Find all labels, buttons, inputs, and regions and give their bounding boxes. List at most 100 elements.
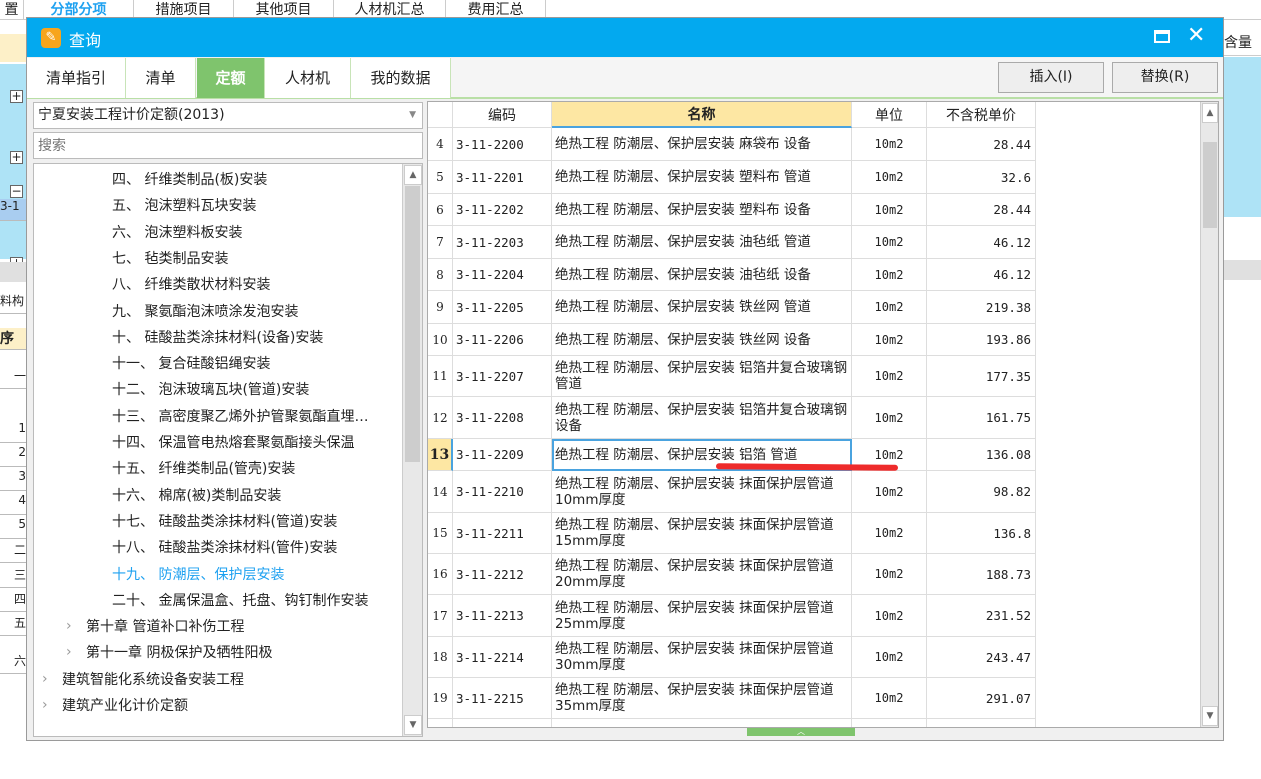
grid-cell-code[interactable]: 3-11-2200 <box>453 128 552 161</box>
grid-cell-name[interactable]: 绝热工程 防潮层、保护层安装 油毡纸 设备 <box>552 259 852 291</box>
grid-cell-name[interactable]: 绝热工程 防潮层、保护层安装 塑料布 设备 <box>552 194 852 226</box>
grid-cell-unit[interactable]: 10m2 <box>852 356 927 397</box>
tree-item[interactable]: 建筑智能化系统设备安装工程 <box>62 668 244 692</box>
grid-cell-n[interactable]: 15 <box>428 513 453 554</box>
quota-select[interactable]: 宁夏安装工程计价定额(2013) ▼ <box>33 102 423 129</box>
grid-cell-code[interactable]: 3-11-2202 <box>453 194 552 226</box>
tab-1[interactable]: 清单 <box>126 58 196 98</box>
grid-cell-unit[interactable]: 10m2 <box>852 291 927 324</box>
grid-cell-n[interactable]: 13 <box>428 439 453 471</box>
grid-cell-name[interactable]: 绝热工程 防潮层、保护层安装 抹面保护层管道 20mm厚度 <box>552 554 852 595</box>
chevron-right-icon[interactable]: › <box>42 671 48 687</box>
grid-cell-n[interactable]: 8 <box>428 259 453 291</box>
grid-cell-code[interactable]: 3-11-2213 <box>453 595 552 637</box>
grid-cell-price[interactable]: 243.47 <box>927 637 1036 678</box>
grid-cell-code[interactable]: 3-11-2207 <box>453 356 552 397</box>
tree-item[interactable]: 四、 纤维类制品(板)安装 <box>112 168 267 192</box>
grid-cell-code[interactable]: 3-11-2201 <box>453 161 552 194</box>
chevron-right-icon[interactable]: › <box>66 644 72 660</box>
replace-button[interactable]: 替换(R) <box>1112 62 1218 93</box>
tab-4[interactable]: 我的数据 <box>351 58 451 98</box>
tab-2[interactable]: 定额 <box>197 58 265 98</box>
grid-cell-n[interactable]: 11 <box>428 356 453 397</box>
grid-cell-n[interactable]: 17 <box>428 595 453 637</box>
tree-item[interactable]: 十三、 高密度聚乙烯外护管聚氨酯直埋… <box>112 405 368 429</box>
scroll-down-icon[interactable]: ▼ <box>404 715 422 735</box>
grid-cell-price[interactable]: 28.44 <box>927 128 1036 161</box>
grid-cell-unit[interactable]: 10m2 <box>852 554 927 595</box>
tree-item[interactable]: 十五、 纤维类制品(管壳)安装 <box>112 457 295 481</box>
grid-cell-code[interactable]: 3-11-2210 <box>453 471 552 513</box>
grid-cell-price[interactable]: 46.12 <box>927 259 1036 291</box>
scroll-up-icon[interactable]: ▲ <box>404 165 422 185</box>
column-header[interactable]: 名称 <box>552 102 852 128</box>
grid-cell-price[interactable]: 98.82 <box>927 471 1036 513</box>
tree-item[interactable]: 十七、 硅酸盐类涂抹材料(管道)安装 <box>112 510 337 534</box>
grid-cell-price[interactable]: 46.12 <box>927 226 1036 259</box>
grid-cell-code[interactable]: 3-11-2203 <box>453 226 552 259</box>
grid-cell-n[interactable]: 16 <box>428 554 453 595</box>
grid-cell-code[interactable]: 3-11-2206 <box>453 324 552 356</box>
grid-cell-unit[interactable]: 10m2 <box>852 471 927 513</box>
grid-cell-unit[interactable]: 10m2 <box>852 226 927 259</box>
grid-cell-price[interactable]: 188.73 <box>927 554 1036 595</box>
grid-cell-price[interactable]: 28.44 <box>927 194 1036 226</box>
close-icon[interactable]: ✕ <box>1187 23 1205 48</box>
grid-cell-price[interactable]: 136.08 <box>927 439 1036 471</box>
tree-item[interactable]: 六、 泡沫塑料板安装 <box>112 221 242 245</box>
column-header[interactable] <box>428 102 453 128</box>
grid-cell-unit[interactable]: 10m2 <box>852 194 927 226</box>
expand-toggle[interactable]: + <box>10 90 23 103</box>
scroll-up-icon[interactable]: ▲ <box>1202 103 1218 123</box>
chevron-right-icon[interactable]: › <box>66 618 72 634</box>
grid-cell-n[interactable]: 12 <box>428 397 453 439</box>
grid-cell-n[interactable]: 6 <box>428 194 453 226</box>
tree-item[interactable]: 建筑产业化计价定额 <box>62 694 188 718</box>
tree-item[interactable]: 二十、 金属保温盒、托盘、钩钉制作安装 <box>112 589 368 613</box>
tree-item[interactable]: 十一、 复合硅酸铝绳安装 <box>112 352 270 376</box>
tree-item[interactable]: 七、 毡类制品安装 <box>112 247 228 271</box>
search-input[interactable] <box>33 132 423 159</box>
grid-cell-name[interactable]: 绝热工程 防潮层、保护层安装 铁丝网 设备 <box>552 324 852 356</box>
grid-scrollbar[interactable]: ▲ ▼ <box>1200 102 1218 727</box>
grid-cell-unit[interactable]: 10m2 <box>852 513 927 554</box>
tree-item[interactable]: 十二、 泡沫玻璃瓦块(管道)安装 <box>112 378 309 402</box>
insert-button[interactable]: 插入(I) <box>998 62 1104 93</box>
grid-cell-price[interactable]: 32.6 <box>927 161 1036 194</box>
grid-cell-unit[interactable]: 10m2 <box>852 128 927 161</box>
bg-tab[interactable]: 置 <box>0 0 24 20</box>
tree-scrollbar[interactable]: ▲ ▼ <box>402 164 422 736</box>
grid-cell-name[interactable]: 绝热工程 防潮层、保护层安装 抹面保护层管道 35mm厚度 <box>552 678 852 719</box>
grid-cell-unit[interactable]: 10m2 <box>852 161 927 194</box>
tree-item[interactable]: 十九、 防潮层、保护层安装 <box>112 563 284 587</box>
grid-cell-unit[interactable]: 10m2 <box>852 678 927 719</box>
grid-cell-n[interactable]: 5 <box>428 161 453 194</box>
tree-item[interactable]: 十、 硅酸盐类涂抹材料(设备)安装 <box>112 326 323 350</box>
grid-cell-n[interactable]: 4 <box>428 128 453 161</box>
grid-cell-n[interactable]: 19 <box>428 678 453 719</box>
tab-3[interactable]: 人材机 <box>265 58 351 98</box>
grid-cell-name[interactable]: 绝热工程 防潮层、保护层安装 抹面保护层管道 15mm厚度 <box>552 513 852 554</box>
grid-cell-name[interactable]: 绝热工程 防潮层、保护层安装 抹面保护层管道 30mm厚度 <box>552 637 852 678</box>
grid-cell-code[interactable]: 3-11-2204 <box>453 259 552 291</box>
maximize-icon[interactable] <box>1154 30 1170 43</box>
grid-cell-name[interactable]: 绝热工程 防潮层、保护层安装 抹面保护层管道 25mm厚度 <box>552 595 852 637</box>
scroll-thumb[interactable] <box>405 186 420 462</box>
scroll-thumb[interactable] <box>1203 142 1217 228</box>
column-header[interactable]: 编码 <box>453 102 552 128</box>
grid-cell-unit[interactable]: 10m2 <box>852 595 927 637</box>
chevron-right-icon[interactable]: › <box>42 697 48 713</box>
grid-cell-code[interactable]: 3-11-2214 <box>453 637 552 678</box>
tree-item[interactable]: 八、 纤维类散状材料安装 <box>112 273 270 297</box>
grid-cell-name[interactable]: 绝热工程 防潮层、保护层安装 铁丝网 管道 <box>552 291 852 324</box>
grid-cell-code[interactable]: 3-11-2208 <box>453 397 552 439</box>
tree-item[interactable]: 十四、 保温管电热熔套聚氨酯接头保温 <box>112 431 354 455</box>
column-header[interactable]: 单位 <box>852 102 927 128</box>
grid-cell-name[interactable]: 绝热工程 防潮层、保护层安装 油毡纸 管道 <box>552 226 852 259</box>
grid-cell-price[interactable]: 291.07 <box>927 678 1036 719</box>
grid-cell-name[interactable]: 绝热工程 防潮层、保护层安装 塑料布 管道 <box>552 161 852 194</box>
grid-cell-n[interactable]: 10 <box>428 324 453 356</box>
scroll-down-icon[interactable]: ▼ <box>1202 706 1218 726</box>
grid-cell-n[interactable]: 7 <box>428 226 453 259</box>
grid-cell-n[interactable]: 9 <box>428 291 453 324</box>
